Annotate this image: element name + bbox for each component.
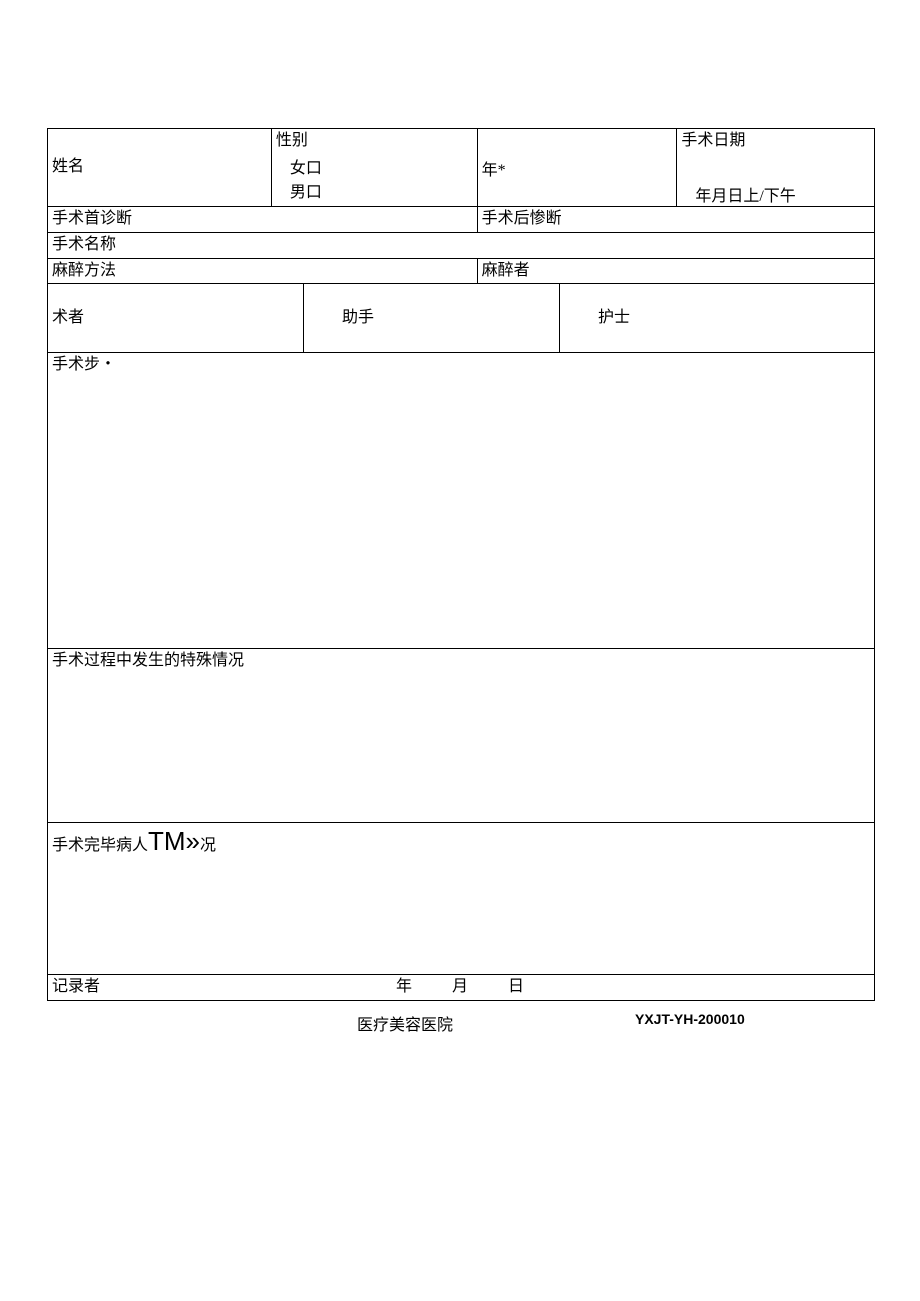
cell-recorder[interactable]: 记录者 年 月 日 (48, 975, 875, 1001)
cell-surgery-name[interactable]: 手术名称 (48, 232, 875, 258)
recorder-date: 年月日 (396, 977, 564, 998)
cell-condition[interactable]: 手术完毕病人TM»况 (48, 823, 875, 975)
cell-name[interactable]: 姓名 (48, 129, 272, 207)
row-steps: 手术步・ (48, 353, 875, 649)
row-recorder: 记录者 年 月 日 (48, 975, 875, 1001)
recorder-label: 记录者 (52, 977, 100, 998)
staff-table: 术者 助手 护士 (47, 284, 875, 353)
footer: 医疗美容医院 YXJT-YH-200010 (47, 1011, 875, 1035)
cell-surgeon[interactable]: 术者 (48, 284, 304, 352)
footer-code: YXJT-YH-200010 (635, 1011, 745, 1027)
steps-label: 手术步・ (52, 356, 116, 373)
gender-male-option[interactable]: 男口 (290, 181, 322, 205)
cell-anesthesia-method[interactable]: 麻醉方法 (48, 258, 478, 284)
row-condition: 手术完毕病人TM»况 (48, 823, 875, 975)
post-diagnosis-label: 手术后惨断 (482, 210, 562, 227)
row-staff: 术者 助手 护士 (48, 284, 875, 352)
assistant-label: 助手 (308, 308, 555, 329)
gender-options: 女口 男口 (290, 157, 322, 205)
anesthesia-method-label: 麻醉方法 (52, 262, 116, 279)
gender-female-option[interactable]: 女口 (290, 157, 322, 181)
name-label: 姓名 (52, 158, 84, 175)
condition-prefix: 手术完毕病人 (52, 837, 148, 854)
footer-hospital: 医疗美容医院 (357, 1011, 453, 1035)
details-table: 手术步・ 手术过程中发生的特殊情况 手术完毕病人TM»况 记录者 年 月 日 (47, 353, 875, 1001)
cell-assistant[interactable]: 助手 (304, 284, 560, 352)
condition-tm: TM» (148, 826, 200, 856)
gender-label: 性别 (276, 131, 308, 152)
row-basic-info: 姓名 性别 女口 男口 年* 手术日期 年月日上/下午 (48, 129, 875, 207)
special-label: 手术过程中发生的特殊情况 (52, 652, 244, 669)
anesthetist-label: 麻醉者 (482, 262, 530, 279)
row-diagnosis: 手术首诊断 手术后惨断 (48, 207, 875, 233)
surgery-name-label: 手术名称 (52, 236, 116, 253)
date-day-label: 日 (508, 978, 524, 995)
cell-anesthetist[interactable]: 麻醉者 (477, 258, 874, 284)
nurse-label: 护士 (564, 308, 870, 329)
row-surgery-name: 手术名称 (48, 232, 875, 258)
surgery-date-label: 手术日期 (681, 131, 745, 152)
cell-steps[interactable]: 手术步・ (48, 353, 875, 649)
cell-pre-diagnosis[interactable]: 手术首诊断 (48, 207, 478, 233)
cell-gender[interactable]: 性别 女口 男口 (271, 129, 477, 207)
row-special: 手术过程中发生的特殊情况 (48, 649, 875, 823)
age-label: 年* (482, 161, 506, 182)
surgeon-label: 术者 (52, 309, 84, 326)
cell-special[interactable]: 手术过程中发生的特殊情况 (48, 649, 875, 823)
surgery-record-form: 姓名 性别 女口 男口 年* 手术日期 年月日上/下午 手术首诊断 手术后惨断 … (47, 128, 875, 284)
cell-nurse[interactable]: 护士 (560, 284, 875, 352)
date-month-label: 月 (452, 978, 468, 995)
condition-suffix: 况 (200, 837, 216, 854)
cell-surgery-date[interactable]: 手术日期 年月日上/下午 (677, 129, 875, 207)
cell-age[interactable]: 年* (477, 129, 677, 207)
pre-diagnosis-label: 手术首诊断 (52, 210, 132, 227)
surgery-date-fill: 年月日上/下午 (695, 187, 795, 208)
date-year-label: 年 (396, 978, 412, 995)
row-anesthesia: 麻醉方法 麻醉者 (48, 258, 875, 284)
cell-post-diagnosis[interactable]: 手术后惨断 (477, 207, 874, 233)
